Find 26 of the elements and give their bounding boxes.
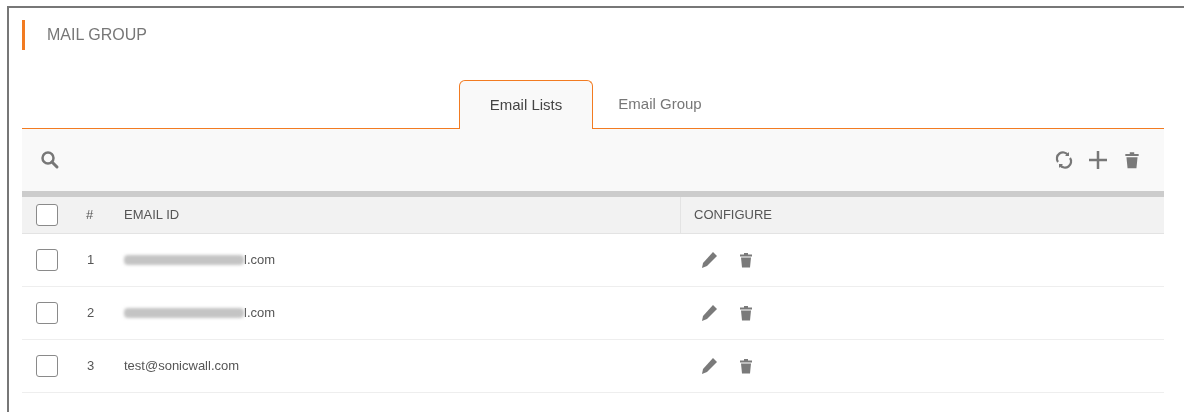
pencil-icon[interactable]	[699, 356, 719, 376]
table-cell-text: l.com	[244, 304, 276, 323]
table-cell-text: 2	[86, 304, 96, 323]
column-header: CONFIGURE	[680, 197, 772, 233]
trash-icon[interactable]	[737, 304, 755, 322]
pencil-icon[interactable]	[699, 250, 719, 270]
checkbox[interactable]	[35, 302, 58, 324]
section-title: MAIL GROUP	[47, 25, 147, 45]
tab[interactable]: Email Group	[593, 80, 727, 129]
table-cell-text: 3	[86, 357, 96, 376]
column-header: #	[85, 206, 95, 225]
table-cell-text: l.com	[244, 251, 276, 270]
trash-icon[interactable]	[737, 357, 755, 375]
table-cell-text: 1	[86, 251, 96, 270]
search-icon[interactable]	[40, 150, 60, 170]
trash-icon[interactable]	[737, 251, 755, 269]
plus-icon[interactable]	[1088, 150, 1108, 170]
trash-icon[interactable]	[1122, 150, 1142, 170]
checkbox[interactable]	[35, 355, 58, 377]
checkbox[interactable]	[35, 204, 58, 226]
checkbox[interactable]	[35, 249, 58, 271]
tab[interactable]: Email Lists	[459, 80, 593, 129]
column-header: EMAIL ID	[124, 206, 181, 225]
table-cell-text: test@sonicwall.com	[124, 357, 240, 376]
refresh-icon[interactable]	[1054, 150, 1074, 170]
pencil-icon[interactable]	[699, 303, 719, 323]
